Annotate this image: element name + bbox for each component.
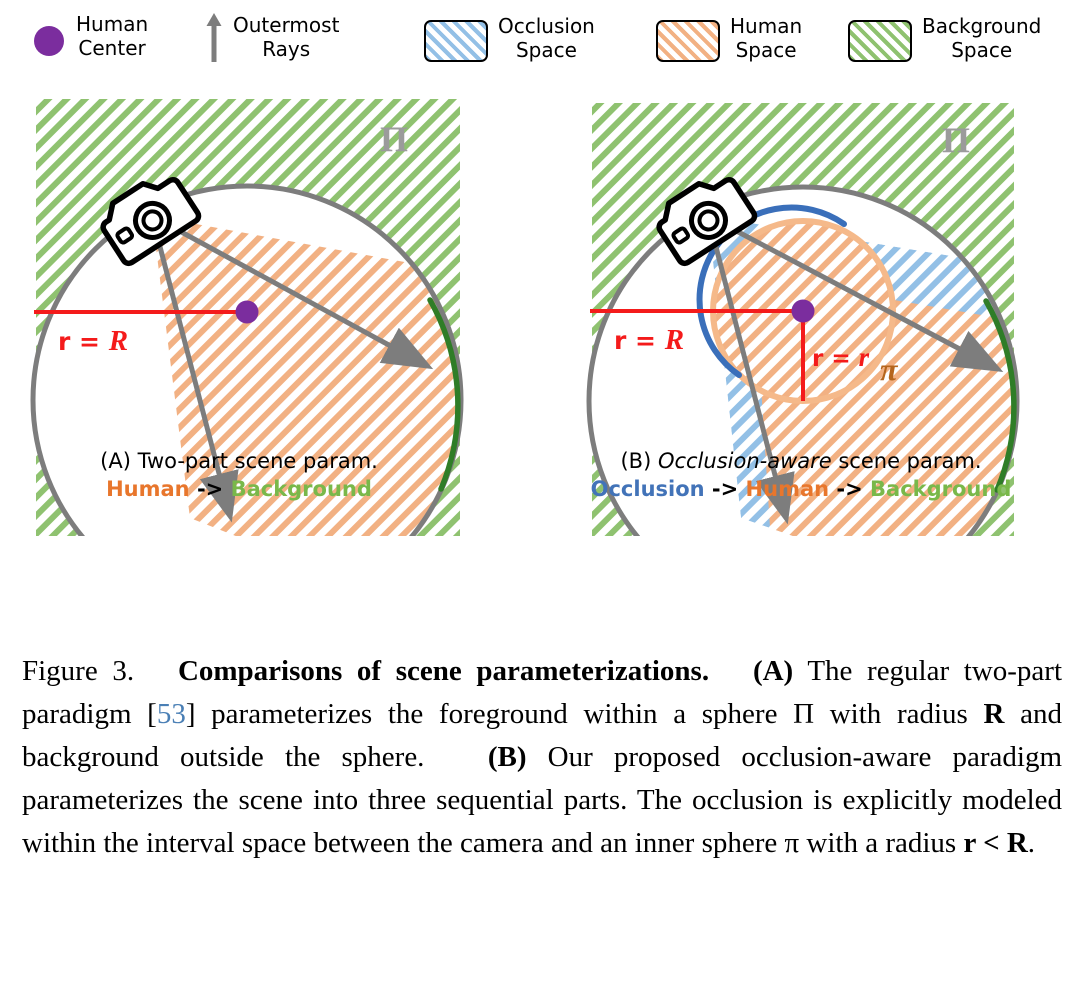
panel-b-caption: (B) Occlusion-aware scene param. Occlusi…	[586, 448, 1016, 503]
panel-b-seq-arrow-1: ->	[711, 477, 739, 501]
panel-a-seq-arrow-1: ->	[196, 477, 224, 501]
legend-item-human-center: Human Center	[34, 12, 148, 60]
outer-sphere-label-a: Π	[380, 119, 408, 159]
legend-label-human-center: Human Center	[76, 12, 149, 60]
outer-sphere-label-b: Π	[942, 120, 970, 160]
green-hatch-swatch-icon	[848, 20, 912, 62]
figure-text-b-2: .	[1027, 827, 1036, 859]
panel-b-seq-background: Background	[870, 477, 1012, 501]
panel-b: Π π r = R r = r (B) Occlusion-aware scen…	[556, 88, 1080, 618]
legend-item-outermost-rays: Outermost Rays	[205, 10, 339, 64]
panel-a-seq-human: Human	[106, 477, 190, 501]
panel-a-caption-line2: Human -> Background	[24, 475, 454, 503]
figure-radius-r-lt-R: r < R	[963, 827, 1028, 859]
figure-part-a-tag: (A)	[752, 655, 794, 687]
panel-b-seq-human: Human	[745, 477, 830, 501]
blue-hatch-swatch-icon	[424, 20, 488, 62]
human-center-dot-a	[235, 300, 259, 324]
figure-radius-R: R	[983, 698, 1005, 730]
up-arrow-icon	[206, 13, 222, 62]
panel-b-caption-suffix: scene param.	[831, 449, 982, 473]
radius-label-outer-a: r = R	[58, 325, 128, 357]
panel-b-seq-occlusion: Occlusion	[590, 477, 705, 501]
diagram-panels: Π r = R (A) Two-part scene param. Human …	[0, 88, 1080, 618]
figure-label: Figure 3.	[22, 655, 135, 687]
inner-sphere-label-b: π	[880, 351, 899, 387]
legend-item-occlusion-space: Occlusion Space	[424, 13, 595, 62]
panel-a-caption: (A) Two-part scene param. Human -> Backg…	[24, 448, 454, 503]
radius-label-inner-b: r = r	[812, 342, 870, 372]
panel-a-seq-background: Background	[230, 477, 372, 501]
legend-label-human-space: Human Space	[730, 13, 803, 62]
panel-b-caption-italic: Occlusion-aware	[657, 449, 832, 473]
figure-caption: Figure 3. Comparisons of scene parameter…	[22, 650, 1062, 865]
panel-a-caption-prefix: (A)	[100, 449, 138, 473]
panel-b-caption-line2: Occlusion -> Human -> Background	[586, 475, 1016, 503]
legend-label-background-space: Background Space	[922, 13, 1042, 62]
panel-b-seq-arrow-2: ->	[836, 477, 863, 501]
panel-b-caption-prefix: (B)	[620, 449, 658, 473]
legend-item-background-space: Background Space	[848, 13, 1041, 62]
figure-text-a-2: ] parameterizes the foreground within a …	[185, 698, 984, 730]
legend-label-occlusion-space: Occlusion Space	[498, 13, 595, 62]
legend-label-outermost-rays: Outermost Rays	[233, 13, 340, 61]
orange-hatch-swatch-icon	[656, 20, 720, 62]
panel-a: Π r = R (A) Two-part scene param. Human …	[0, 88, 520, 617]
panel-a-caption-suffix: Two-part scene param.	[137, 449, 378, 473]
human-center-dot-b	[791, 299, 815, 323]
purple-dot-icon	[34, 26, 64, 56]
radius-label-outer-b: r = R	[614, 324, 684, 356]
figure-citation-53[interactable]: 53	[157, 698, 186, 730]
figure-bold-title: Comparisons of scene parameterizations.	[177, 655, 710, 687]
figure-part-b-tag: (B)	[487, 741, 527, 773]
panel-b-caption-line1: (B) Occlusion-aware scene param.	[586, 448, 1016, 475]
legend: Human Center Outermost Rays Occlusion Sp…	[0, 0, 1080, 86]
panel-a-caption-line1: (A) Two-part scene param.	[24, 448, 454, 475]
legend-item-human-space: Human Space	[656, 13, 802, 62]
